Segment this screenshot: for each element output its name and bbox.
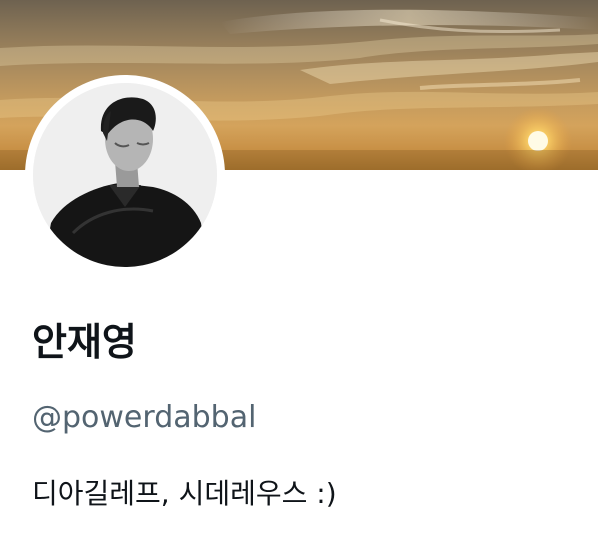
user-handle: @powerdabbal	[32, 400, 257, 435]
profile-photo	[33, 83, 217, 267]
avatar-image-frame	[33, 83, 217, 267]
profile-bio: 디아길레프, 시데레우스 :)	[32, 477, 337, 510]
display-name: 안재영	[32, 320, 137, 364]
avatar[interactable]	[25, 75, 225, 275]
